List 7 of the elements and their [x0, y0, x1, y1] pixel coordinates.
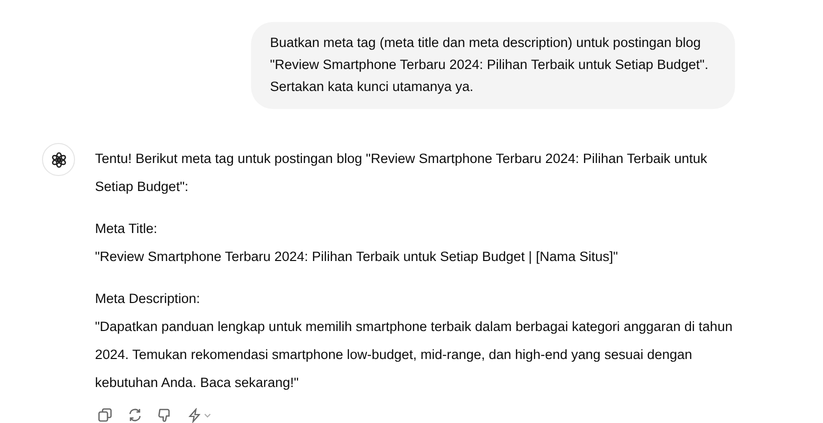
section-value: "Review Smartphone Terbaru 2024: Pilihan Terbaik untuk Setiap Budget | [Nama Situs]" [95, 248, 619, 266]
section-value: "Dapatkan panduan lengkap untuk memilih smartphone terbaik dalam berbagai kategori anggaran di tahun 2024. Temukan rekomendasi smartphone low-budget, mid-range, dan high-end yang sesuai dengan kebutuhan Anda. Baca sekarang!" [95, 318, 734, 392]
section-label: Meta Title: [95, 220, 158, 238]
assistant-avatar-icon [42, 143, 75, 176]
section-label: Meta Description: [95, 290, 202, 308]
user-message: Buatkan meta tag (meta title dan meta description) untuk postingan blog "Review Smartphone Terbaru 2024: Pilihan Terbaik untuk Setiap Budget". Sertakan kata kunci utamanya ya. [251, 22, 735, 109]
intro-text: Tentu! Berikut meta tag untuk postingan blog "Review Smartphone Terbaru 2024: Pilihan Terbaik untuk Setiap Budget": [95, 150, 708, 196]
